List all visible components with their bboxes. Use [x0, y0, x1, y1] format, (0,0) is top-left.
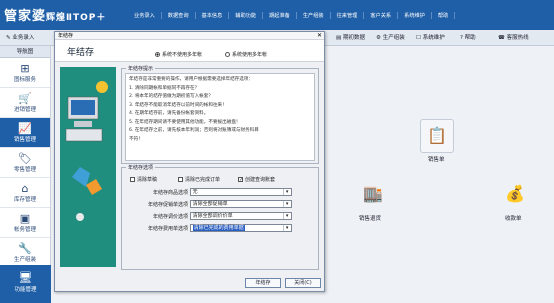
chevron-down-icon: ▾ [282, 189, 291, 195]
sidebar-item-accounts[interactable]: ▣ 帐务管理 [0, 208, 50, 238]
sidebar-function-manage[interactable]: 🖥 功能管理 [0, 265, 51, 303]
menu-item[interactable]: 客户关系 [364, 12, 399, 19]
price-option-select[interactable]: 清除全部调价价单 ▾ [189, 212, 292, 220]
chevron-down-icon: ▾ [282, 201, 291, 207]
menu-item[interactable]: 期起准备 [263, 12, 297, 19]
chevron-down-icon: ▾ [282, 213, 291, 219]
dialog-titlebar: 年结存 ✕ [55, 32, 324, 40]
close-button[interactable]: 关闭(C) [285, 278, 321, 288]
return-icon: 🏬 [363, 184, 383, 203]
sidebar-header: 导航图 [0, 46, 50, 58]
clear-draft-checkbox[interactable]: 清除草稿 [130, 176, 157, 183]
sales-return-label: 销售退货 [359, 216, 382, 222]
chevron-down-icon: ▾ [282, 225, 291, 231]
clear-done-orders-checkbox[interactable]: 清除已完成订单 [178, 176, 220, 183]
toolbar-service-button[interactable]: ☎ 客服热线 [498, 33, 529, 41]
toolbar-system-button[interactable]: ☐ 系统维护 [416, 33, 445, 41]
dialog-header: 年结存 系统不使用多年帐 系统使用多年帐 [55, 40, 324, 62]
toolbar-production-button[interactable]: ⚙ 生产组装 [376, 33, 405, 41]
menu-item[interactable]: 辅助功能 [229, 12, 264, 19]
money-bag-icon: 💰 [505, 184, 525, 203]
menu-item[interactable]: 业务录入 [128, 12, 162, 19]
goods-option-row: 年结存商品选项 无 ▾ [132, 188, 292, 196]
year-end-button[interactable]: 年结存 [245, 278, 281, 288]
promo-option-select[interactable]: 清除全部促销单 ▾ [189, 200, 292, 208]
menu-item[interactable]: 往来管理 [331, 12, 365, 19]
close-icon[interactable]: ✕ [317, 32, 322, 40]
dialog-illustration [60, 67, 116, 267]
main-menu: 业务录入 数据查询 基本信息 辅助功能 期起准备 生产组装 往来管理 客户关系 … [128, 12, 456, 19]
doc-check-icon: 📋 [427, 126, 447, 145]
tip-groupbox: 年结存提示 年结存是非常重要的操作，请用户根据需要选择年结存选项： 1. 清除同… [121, 65, 319, 164]
dialog-heading: 年结存 [67, 48, 95, 58]
warehouse-icon: ⌂ [21, 182, 29, 195]
sales-order-label: 销售单 [428, 157, 445, 163]
menu-item[interactable]: 基本信息 [196, 12, 230, 19]
sidebar-item-inventory[interactable]: ⌂ 库存管理 [0, 178, 50, 208]
sidebar-item-sales[interactable]: 📈 销售管理 [0, 118, 50, 148]
year-end-dialog: 年结存 ✕ 年结存 系统不使用多年帐 系统使用多年帐 年结存提示 年结存是非常重要… [54, 31, 325, 292]
sidebar-item-purchase[interactable]: 🛒 进销管理 [0, 88, 50, 118]
promo-option-row: 年结存促销单选项 清除全部促销单 ▾ [132, 200, 292, 208]
tip-textbox[interactable]: 年结存是非常重要的操作，请用户根据需要选择年结存选项： 1. 清除同期帐和单据同… [125, 73, 315, 161]
expense-option-row: 年结存费用单选项 清除已完成的费用单据 ▾ [132, 224, 292, 232]
sales-order-tile[interactable]: 📋 [420, 119, 454, 153]
cart-icon: 🛒 [18, 92, 32, 105]
menu-item[interactable]: 系统维护 [398, 12, 432, 19]
radio-multi-year[interactable]: 系统使用多年帐 [225, 51, 267, 58]
toolbar-business-entry-button[interactable]: ✎ 业务录入 [6, 33, 34, 41]
toolbar-help-button[interactable]: ? 帮助 [460, 33, 476, 41]
options-groupbox: 年结存选项 清除草稿 清除已完成订单 ✓ 创建查询账套 年结存商品选项 无 ▾ 年结… [121, 164, 319, 270]
receipt-label: 收款单 [505, 216, 522, 222]
sidebar: 导航图 ⊞ 图标服务 🛒 进销管理 📈 销售管理 🏷 零售管理 ⌂ 库存管理 ▣ 帐务管理 … [0, 46, 51, 303]
ledger-icon: ▣ [19, 212, 31, 225]
toolbar-opening-data-button[interactable]: ▤ 期初数据 [336, 33, 365, 41]
menu-item[interactable]: 生产组装 [297, 12, 331, 19]
create-query-account-checkbox[interactable]: ✓ 创建查询账套 [238, 176, 275, 183]
expense-option-select[interactable]: 清除已完成的费用单据 ▾ [189, 224, 292, 232]
monitor-icon: 🖥 [18, 271, 33, 284]
price-option-row: 年结存调价选项 清除全部调价价单 ▾ [132, 212, 292, 220]
chart-icon: 📈 [18, 122, 32, 135]
title-bar: 管家婆辉煌ⅡTOP＋ 业务录入 数据查询 基本信息 辅助功能 期起准备 生产组装… [0, 0, 554, 30]
menu-item[interactable]: 帮助 [432, 12, 456, 19]
sidebar-item-retail[interactable]: 🏷 零售管理 [0, 148, 50, 178]
app-logo: 管家婆辉煌ⅡTOP＋ [4, 9, 107, 24]
goods-option-select[interactable]: 无 ▾ [189, 188, 292, 196]
menu-item[interactable]: 数据查询 [162, 12, 196, 19]
receipt-tile[interactable]: 💰 [498, 178, 532, 212]
grid-icon: ⊞ [20, 62, 30, 75]
tag-icon: 🏷 [18, 152, 32, 165]
sales-return-tile[interactable]: 🏬 [356, 178, 390, 212]
sidebar-item-icon-service[interactable]: ⊞ 图标服务 [0, 58, 50, 88]
radio-single-year[interactable]: 系统不使用多年帐 [155, 51, 202, 58]
sidebar-item-production[interactable]: 🔧 生产组装 [0, 238, 50, 268]
wrench-icon: 🔧 [18, 242, 32, 255]
